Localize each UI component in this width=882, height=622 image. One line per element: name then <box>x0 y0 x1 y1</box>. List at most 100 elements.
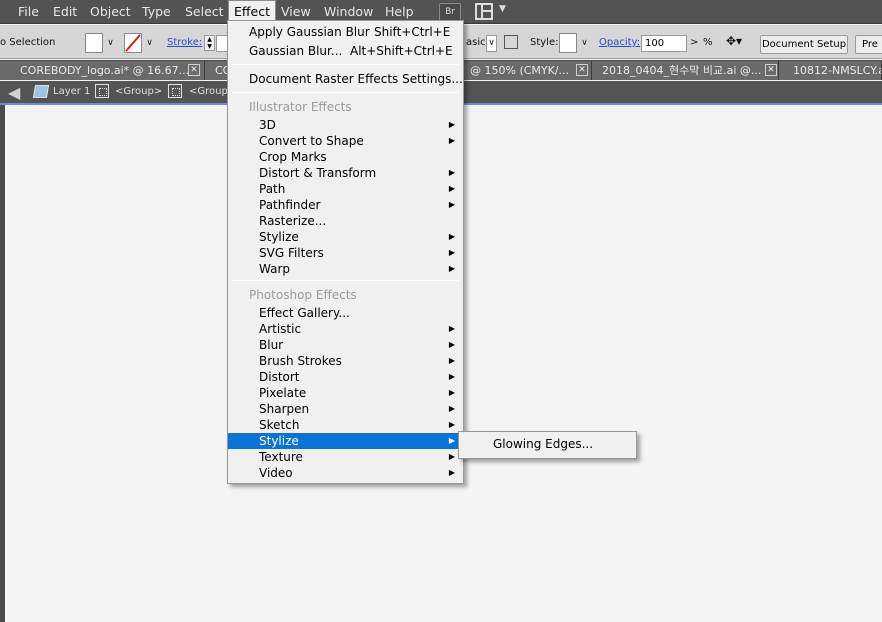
stroke-stepper[interactable]: ▲ ▼ <box>204 35 215 51</box>
submenu-arrow-icon: ▶ <box>448 388 455 397</box>
stylize-submenu: Glowing Edges... <box>458 431 637 459</box>
stroke-label[interactable]: Stroke: <box>167 37 202 48</box>
illustrator-convert-to-shape-item[interactable]: Convert to Shape ▶ <box>228 133 463 149</box>
photoshop-pixelate-item[interactable]: Pixelate ▶ <box>228 385 463 401</box>
menu-item-label: Sharpen <box>259 402 310 416</box>
photoshop-blur-item[interactable]: Blur ▶ <box>228 337 463 353</box>
menu-select[interactable]: Select <box>185 0 224 24</box>
illustrator-rasterize-item[interactable]: Rasterize... <box>228 213 463 229</box>
illustrator-warp-item[interactable]: Warp ▶ <box>228 261 463 277</box>
opacity-field[interactable]: 100 <box>641 35 687 52</box>
close-icon[interactable]: ✕ <box>765 64 777 76</box>
close-icon[interactable]: ✕ <box>576 64 588 76</box>
menu-item-label: Artistic <box>259 322 302 336</box>
menu-edit[interactable]: Edit <box>53 0 77 24</box>
graphic-style-icon[interactable] <box>504 35 518 49</box>
photoshop-distort-item[interactable]: Distort ▶ <box>228 369 463 385</box>
glowing-edges-item[interactable]: Glowing Edges... <box>493 437 593 451</box>
submenu-arrow-icon: ▶ <box>448 452 455 461</box>
shortcut-label: Shift+Ctrl+E <box>374 25 451 39</box>
illustrator-crop-marks-item[interactable]: Crop Marks <box>228 149 463 165</box>
menu-item-label: Document Raster Effects Settings... <box>249 72 463 86</box>
arrange-documents-icon[interactable] <box>475 3 493 20</box>
submenu-arrow-icon: ▶ <box>448 324 455 333</box>
stroke-dropdown-icon[interactable]: ∨ <box>144 33 155 53</box>
illustrator-effects-header: Illustrator Effects <box>228 99 463 115</box>
opacity-label[interactable]: Opacity: <box>599 37 640 48</box>
no-stroke-icon <box>125 34 141 52</box>
tab-document[interactable]: COREBODY_logo.ai* @ 16.67... <box>0 61 205 80</box>
style-swatch[interactable] <box>559 33 577 53</box>
menu-item-label: Distort <box>259 370 300 384</box>
bridge-button[interactable]: Br <box>439 3 461 21</box>
menu-item-label: Distort & Transform <box>259 166 377 180</box>
selection-label: o Selection <box>0 37 56 48</box>
stroke-swatch[interactable] <box>124 33 142 53</box>
illustrator-3d-item[interactable]: 3D ▶ <box>228 117 463 133</box>
submenu-arrow-icon: ▶ <box>448 340 455 349</box>
menu-separator <box>232 92 459 93</box>
submenu-arrow-icon: ▶ <box>448 468 455 477</box>
illustrator-path-item[interactable]: Path ▶ <box>228 181 463 197</box>
photoshop-sketch-item[interactable]: Sketch ▶ <box>228 417 463 433</box>
menu-item-label: Video <box>259 466 293 480</box>
submenu-arrow-icon: ▶ <box>448 356 455 365</box>
tab-document[interactable]: 10812-NMSLCY.ai... <box>779 61 882 80</box>
menu-item-label: Blur <box>259 338 284 352</box>
photoshop-artistic-item[interactable]: Artistic ▶ <box>228 321 463 337</box>
menu-item-label: Texture <box>259 450 303 464</box>
menu-item-label: Stylize <box>259 230 299 244</box>
menu-type[interactable]: Type <box>142 0 171 24</box>
illustrator-distort-transform-item[interactable]: Distort & Transform ▶ <box>228 165 463 181</box>
back-arrow-icon[interactable]: ◀ <box>8 83 20 102</box>
photoshop-stylize-item[interactable]: Stylize ▶ <box>228 433 463 449</box>
menu-item-label: Stylize <box>259 434 299 448</box>
fill-swatch[interactable] <box>85 33 103 53</box>
tab-document[interactable]: 2018_0404_현수막 비교.ai @... <box>592 61 779 80</box>
breadcrumb-layer[interactable]: Layer 1 <box>53 86 90 97</box>
photoshop-texture-item[interactable]: Texture ▶ <box>228 449 463 465</box>
section-header-label: Photoshop Effects <box>249 288 357 302</box>
illustrator-svg-filters-item[interactable]: SVG Filters ▶ <box>228 245 463 261</box>
brush-dropdown-icon[interactable]: ∨ <box>486 35 497 52</box>
opacity-unit: % <box>703 37 713 48</box>
tab-document[interactable]: CO <box>205 61 228 80</box>
tab-document[interactable]: @ 150% (CMYK/... <box>464 61 592 80</box>
menu-object[interactable]: Object <box>90 0 131 24</box>
apply-last-effect-item[interactable]: Apply Gaussian Blur Shift+Ctrl+E <box>228 24 463 40</box>
last-effect-dialog-item[interactable]: Gaussian Blur... Alt+Shift+Ctrl+E <box>228 43 463 59</box>
raster-settings-item[interactable]: Document Raster Effects Settings... <box>228 71 463 87</box>
submenu-arrow-icon: ▶ <box>448 420 455 429</box>
effect-menu-dropdown: Apply Gaussian Blur Shift+Ctrl+E Gaussia… <box>227 20 464 484</box>
document-setup-button[interactable]: Document Setup <box>760 35 848 54</box>
style-dropdown-icon[interactable]: ∨ <box>579 33 590 53</box>
opacity-arrow-icon[interactable]: > <box>690 37 698 48</box>
photoshop-video-item[interactable]: Video ▶ <box>228 465 463 481</box>
close-icon[interactable]: ✕ <box>188 64 200 76</box>
chevron-down-icon[interactable]: ▼ <box>499 4 506 14</box>
photoshop-brush-strokes-item[interactable]: Brush Strokes ▶ <box>228 353 463 369</box>
submenu-arrow-icon: ▶ <box>448 184 455 193</box>
menu-file[interactable]: File <box>18 0 39 24</box>
menu-item-label: Effect Gallery... <box>259 306 350 320</box>
menu-item-label: Warp <box>259 262 291 276</box>
preferences-button[interactable]: Pre <box>855 35 882 54</box>
tab-label: 2018_0404_현수막 비교.ai @... <box>602 64 762 77</box>
group-icon <box>168 84 182 98</box>
menu-item-label: Gaussian Blur... <box>249 44 343 58</box>
menu-item-label: SVG Filters <box>259 246 324 260</box>
breadcrumb-group[interactable]: <Group> <box>115 86 162 97</box>
layer-icon <box>32 85 50 98</box>
shortcut-label: Alt+Shift+Ctrl+E <box>350 44 453 58</box>
tab-label: 10812-NMSLCY.ai... <box>793 64 881 77</box>
photoshop-sharpen-item[interactable]: Sharpen ▶ <box>228 401 463 417</box>
photoshop-effects-header: Photoshop Effects <box>228 287 463 303</box>
menu-item-label: Rasterize... <box>259 214 327 228</box>
illustrator-stylize-item[interactable]: Stylize ▶ <box>228 229 463 245</box>
illustrator-pathfinder-item[interactable]: Pathfinder ▶ <box>228 197 463 213</box>
fill-dropdown-icon[interactable]: ∨ <box>105 33 116 53</box>
recolor-icon[interactable]: ✥▾ <box>726 34 742 48</box>
brush-label: asic <box>466 37 486 48</box>
section-header-label: Illustrator Effects <box>249 100 352 114</box>
photoshop-effect-gallery-item[interactable]: Effect Gallery... <box>228 305 463 321</box>
